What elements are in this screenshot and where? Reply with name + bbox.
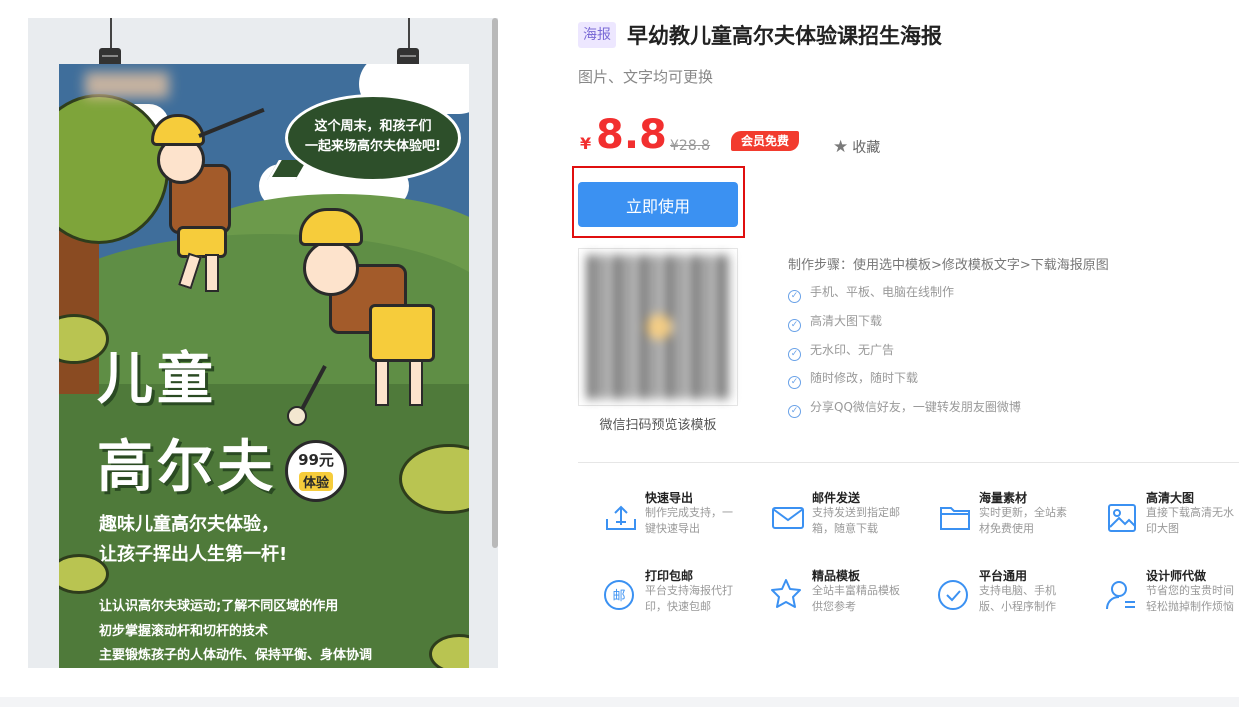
category-tag: 海报 bbox=[578, 22, 616, 48]
speech-bubble: 这个周末，和孩子们 一起来场高尔夫体验吧! bbox=[285, 94, 461, 182]
post-icon-char: 邮 bbox=[612, 589, 625, 604]
hanger-string-right bbox=[408, 18, 410, 48]
service-desc: 支持电脑、手机版、小程序制作 bbox=[979, 584, 1056, 613]
feature-item: ✓ 手机、平板、电脑在线制作 bbox=[788, 283, 954, 303]
favorite-button[interactable]: ★ 收藏 bbox=[833, 137, 880, 157]
feature-label: 高清大图下载 bbox=[810, 314, 883, 328]
price-value: 8.8 bbox=[596, 112, 667, 158]
designer-icon bbox=[1106, 581, 1135, 610]
use-now-button[interactable]: 立即使用 bbox=[578, 182, 738, 227]
section-divider bbox=[578, 462, 1239, 463]
image-icon bbox=[1108, 504, 1136, 532]
feature-label: 手机、平板、电脑在线制作 bbox=[810, 285, 955, 299]
service-title: 邮件发送 bbox=[812, 491, 861, 505]
poster-price-badge: 99元 体验 bbox=[285, 440, 347, 502]
poster-price-badge-bottom: 体验 bbox=[298, 472, 333, 491]
template-subtitle: 图片、文字均可更换 bbox=[578, 68, 714, 86]
service-title: 平台通用 bbox=[979, 569, 1028, 583]
speech-bubble-line: 这个周末，和孩子们 bbox=[314, 119, 432, 134]
poster-price-badge-top: 99元 bbox=[298, 451, 334, 469]
poster-slogan-line: 趣味儿童高尔夫体验， bbox=[99, 514, 279, 535]
poster-blurred-logo bbox=[85, 72, 169, 98]
poster-bullet: 初步掌握滚动杆和切杆的技术 bbox=[99, 624, 269, 639]
poster-title-line: 儿童 bbox=[97, 347, 217, 412]
poster-slogan-line: 让孩子挥出人生第一杆! bbox=[99, 544, 288, 565]
service-title: 设计师代做 bbox=[1146, 569, 1207, 583]
star-icon: ★ bbox=[833, 137, 849, 157]
service-desc: 平台支持海报代打印，快速包邮 bbox=[645, 584, 733, 613]
feature-label: 无水印、无广告 bbox=[810, 343, 895, 357]
template-detail-page: 这个周末，和孩子们 一起来场高尔夫体验吧! 儿童 高尔夫 99元 体验 趣味儿童… bbox=[0, 0, 1239, 707]
feature-item: ✓ 高清大图下载 bbox=[788, 312, 882, 332]
service-desc: 直接下载高清无水印大图 bbox=[1146, 506, 1234, 535]
post-icon: 邮 bbox=[604, 580, 634, 610]
favorite-label: 收藏 bbox=[852, 140, 881, 156]
qr-code-image bbox=[587, 255, 731, 399]
steps-title: 制作步骤：使用选中模板>修改模板文字>下载海报原图 bbox=[788, 258, 1109, 273]
poster-bush bbox=[399, 444, 469, 514]
golf-ball bbox=[287, 406, 307, 426]
star-icon bbox=[771, 579, 801, 608]
check-circle-icon: ✓ bbox=[788, 319, 801, 332]
service-desc: 节省您的宝贵时间轻松抛掉制作烦恼 bbox=[1146, 584, 1234, 613]
poster-title-line: 高尔夫 bbox=[97, 435, 277, 500]
check-circle-icon: ✓ bbox=[788, 405, 801, 418]
check-circle-icon: ✓ bbox=[788, 348, 801, 361]
folder-icon bbox=[940, 507, 970, 530]
mail-icon bbox=[772, 507, 804, 529]
service-title: 打印包邮 bbox=[645, 569, 694, 583]
service-desc: 支持发送到指定邮箱，随意下载 bbox=[812, 506, 900, 535]
poster-bush bbox=[429, 634, 469, 668]
service-title: 精品模板 bbox=[812, 569, 861, 583]
feature-item: ✓ 无水印、无广告 bbox=[788, 341, 894, 361]
feature-label: 分享QQ微信好友，一键转发朋友圈微博 bbox=[810, 400, 1021, 414]
qr-caption: 微信扫码预览该模板 bbox=[599, 418, 717, 433]
footer-strip bbox=[0, 697, 1239, 707]
template-title: 早幼教儿童高尔夫体验课招生海报 bbox=[627, 24, 942, 48]
export-icon bbox=[606, 505, 636, 530]
vip-free-badge: 会员免费 bbox=[731, 131, 799, 151]
service-title: 快速导出 bbox=[645, 491, 694, 505]
preview-scrollbar[interactable] bbox=[492, 18, 498, 548]
speech-bubble-line: 一起来场高尔夫体验吧! bbox=[305, 139, 441, 154]
feature-item: ✓ 随时修改，随时下载 bbox=[788, 369, 918, 389]
check-circle-icon: ✓ bbox=[788, 290, 801, 303]
qr-code bbox=[578, 248, 738, 406]
check-circle-icon bbox=[938, 580, 968, 610]
original-price: ¥28.8 bbox=[670, 138, 711, 154]
service-desc: 全站丰富精品模板供您参考 bbox=[812, 584, 900, 613]
hanger-string-left bbox=[110, 18, 112, 48]
feature-label: 随时修改，随时下载 bbox=[810, 371, 919, 385]
service-title: 海量素材 bbox=[979, 491, 1028, 505]
poster-image: 这个周末，和孩子们 一起来场高尔夫体验吧! 儿童 高尔夫 99元 体验 趣味儿童… bbox=[59, 64, 469, 668]
service-desc: 实时更新，全站素材免费使用 bbox=[979, 506, 1067, 535]
service-title: 高清大图 bbox=[1146, 491, 1195, 505]
service-desc: 制作完成支持，一键快速导出 bbox=[645, 506, 733, 535]
price-currency: ¥ bbox=[580, 134, 592, 153]
check-circle-icon: ✓ bbox=[788, 376, 801, 389]
poster-bullet: 让认识高尔夫球运动;了解不同区域的作用 bbox=[99, 599, 339, 614]
feature-item: ✓ 分享QQ微信好友，一键转发朋友圈微博 bbox=[788, 398, 1021, 418]
poster-bullet: 主要锻炼孩子的人体动作、保持平衡、身体协调 bbox=[99, 648, 373, 663]
